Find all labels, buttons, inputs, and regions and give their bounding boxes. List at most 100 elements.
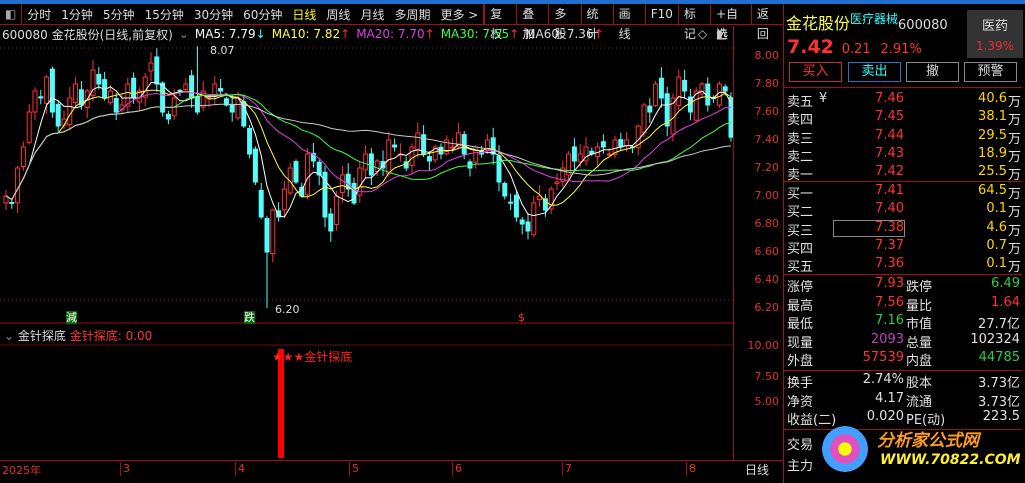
candle-up xyxy=(212,83,218,96)
period-tab[interactable]: 更多 > xyxy=(435,6,483,23)
candle-down xyxy=(525,221,531,232)
period-tab[interactable]: 分时 xyxy=(22,6,56,23)
stat-value: 7.93 xyxy=(875,276,904,291)
candle-down xyxy=(252,148,258,183)
toolbar-button[interactable]: +自选 xyxy=(710,4,751,41)
level-unit: 万 xyxy=(1008,95,1022,110)
sell-button[interactable]: 卖出 xyxy=(848,62,901,82)
stock-header: 金花股份医疗器械600080 xyxy=(786,10,948,34)
price-tick: 6.60 xyxy=(754,245,780,258)
level-label: 买二 xyxy=(787,205,814,221)
stat-row: 外盘 57539 内盘 44785 xyxy=(784,350,1022,369)
indicator-name[interactable]: 金针探底 xyxy=(18,329,66,343)
industry-name: 医药 xyxy=(981,19,1008,34)
quote-panel: 金花股份医疗器械600080 医药 1.39% 7.42 0.21 2.91% … xyxy=(783,4,1025,483)
toolbar-button[interactable]: 标记 xyxy=(677,4,710,41)
period-tab[interactable]: 60分钟 xyxy=(238,6,287,23)
collapse-icon[interactable]: ⌄ xyxy=(4,329,14,343)
candle-up xyxy=(641,104,647,134)
toolbar-button[interactable]: F10 xyxy=(644,4,678,24)
time-tick: 5 xyxy=(349,462,359,476)
stat-label: 换手 xyxy=(787,376,814,391)
candle-up xyxy=(142,76,148,98)
level-label: 买四 xyxy=(787,241,814,257)
stat-label: 净资 xyxy=(787,394,814,410)
kline-chart[interactable] xyxy=(0,26,733,460)
level-unit: 万 xyxy=(1008,241,1022,257)
period-tab[interactable]: 15分钟 xyxy=(140,6,189,23)
level-label: 买三 xyxy=(787,223,814,239)
candle-down xyxy=(258,189,264,218)
period-tab[interactable]: 5分钟 xyxy=(98,6,140,23)
candle-up xyxy=(415,132,421,151)
stat-label: 涨停 xyxy=(787,280,814,295)
price-line: 7.42 0.21 2.91% xyxy=(787,36,922,58)
stat-value: 4.17 xyxy=(875,390,904,406)
candle-up xyxy=(26,111,32,143)
candle-down xyxy=(722,86,728,92)
last-price: 7.42 xyxy=(787,36,834,58)
stat-label: 现量 xyxy=(787,335,814,351)
candle-up xyxy=(409,146,415,166)
candle-down xyxy=(502,182,508,197)
buy-button[interactable]: 买入 xyxy=(789,62,842,82)
toolbar-button[interactable]: 统计 xyxy=(580,4,613,41)
stat-label: 量比 xyxy=(906,298,933,314)
level-label: 卖二 xyxy=(787,149,814,165)
candle-down xyxy=(247,127,253,155)
stock-name: 金花股份 xyxy=(786,14,851,33)
time-tick: 4 xyxy=(235,462,245,476)
order-book-row: 买五 7.36 0.1 万 xyxy=(784,256,1022,275)
level-unit: 万 xyxy=(1008,149,1022,165)
candle-down xyxy=(682,79,688,92)
indicator-tick: 10.00 xyxy=(747,339,780,352)
period-tab[interactable]: 1分钟 xyxy=(56,6,98,23)
toolbar-button[interactable]: 复权 xyxy=(484,4,516,41)
period-label: 日线 xyxy=(745,463,770,477)
industry-box[interactable]: 医药 1.39% xyxy=(967,10,1023,58)
order-book-row: 卖二 7.43 18.9 万 xyxy=(784,146,1022,165)
price-tick: 7.80 xyxy=(754,77,780,90)
time-tick: 2025年 xyxy=(2,464,41,477)
candle-up xyxy=(676,76,682,106)
period-tab[interactable]: 周线 xyxy=(321,6,355,23)
alert-button[interactable]: 预警 xyxy=(964,62,1017,82)
toolbar-button[interactable]: 多股 xyxy=(548,4,580,41)
level-unit: 万 xyxy=(1008,113,1022,129)
toolbar-button[interactable]: 画线 xyxy=(612,4,645,41)
watermark-url: WWW.70822.COM xyxy=(880,452,1021,468)
divider xyxy=(784,181,1022,182)
candle-up xyxy=(183,83,189,91)
period-tab[interactable]: 月线 xyxy=(355,6,389,23)
indicator-value: 金针探底: 0.00 xyxy=(69,329,153,343)
level-volume: 0.7 xyxy=(986,237,1007,253)
period-tab[interactable]: 多周期 xyxy=(389,6,435,23)
indicator-tick: 7.50 xyxy=(754,370,780,383)
stat-row: 涨停 7.93 跌停 6.49 xyxy=(784,276,1022,295)
candle-down xyxy=(113,98,119,113)
level-volume: 64.5 xyxy=(978,183,1007,198)
stat-row: 最高 7.56 量比 1.64 xyxy=(784,295,1022,314)
candle-up xyxy=(624,139,630,147)
time-tick: 8 xyxy=(686,462,696,476)
order-book-row: 买四 7.37 0.7 万 xyxy=(784,237,1022,257)
sector-tag[interactable]: 医疗器械 xyxy=(850,12,898,26)
layout-toggle-icon[interactable]: ◧ xyxy=(0,7,21,21)
level-price: 7.42 xyxy=(875,164,904,180)
period-tab[interactable]: 30分钟 xyxy=(189,6,238,23)
order-book-row: 买二 7.40 0.1 万 xyxy=(784,201,1022,221)
candle-down xyxy=(368,153,374,176)
stat-value: 3.73亿 xyxy=(978,376,1020,391)
level-price: 7.40 xyxy=(875,201,904,217)
toolbar-button[interactable]: 叠加 xyxy=(516,4,548,41)
signal-badge: 減 xyxy=(66,311,77,324)
level-unit: 万 xyxy=(1008,223,1022,239)
level-volume: 29.5 xyxy=(978,127,1007,143)
stat-value: 102324 xyxy=(970,331,1020,347)
period-tab[interactable]: 日线 xyxy=(287,6,321,23)
cancel-order-button[interactable]: 撤 xyxy=(906,62,959,82)
candle-down xyxy=(571,146,577,162)
time-tick: 7 xyxy=(562,462,572,476)
toolbar-button[interactable]: 返回 xyxy=(750,4,783,41)
signal-badge: $ xyxy=(518,311,525,324)
